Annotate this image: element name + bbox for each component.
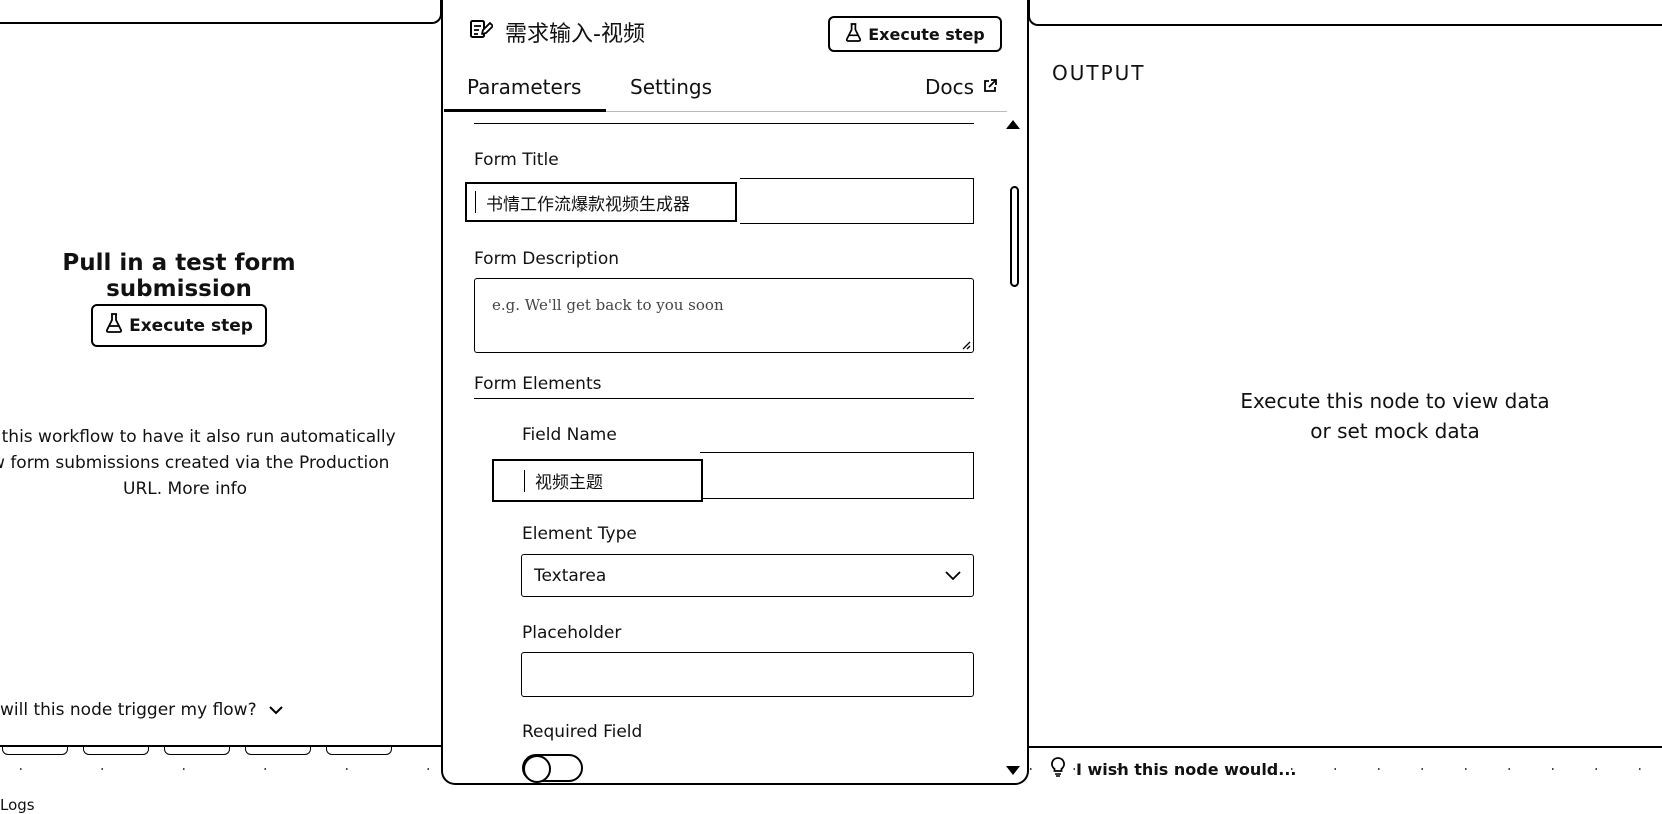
- active-tab-indicator: [444, 109, 606, 112]
- activation-info-text: ite this workflow to have it also run au…: [0, 424, 410, 502]
- info-line-2: ew form submissions created via the Prod…: [0, 453, 390, 473]
- scroll-up-arrow[interactable]: [1006, 120, 1020, 129]
- node-title-text[interactable]: 需求输入-视频: [505, 16, 645, 48]
- form-title-input[interactable]: 书情工作流爆款视频生成器: [465, 182, 737, 222]
- form-title-field-frame: [740, 178, 974, 224]
- output-empty-message: Execute this node to view data or set mo…: [1185, 386, 1605, 446]
- placeholder-input[interactable]: [521, 652, 974, 697]
- edit-form-icon: [469, 18, 494, 46]
- resize-grip-icon[interactable]: [961, 340, 971, 350]
- scroll-down-arrow[interactable]: [1006, 766, 1020, 775]
- form-description-textarea[interactable]: e.g. We'll get back to you soon: [474, 278, 974, 353]
- info-line-1: ite this workflow to have it also run au…: [0, 427, 396, 447]
- output-title: OUTPUT: [1052, 61, 1146, 85]
- flask-icon: [845, 22, 862, 46]
- output-empty-line-1: Execute this node to view data: [1240, 389, 1550, 413]
- left-execute-step-label: Execute step: [129, 315, 253, 336]
- form-title-value: 书情工作流爆款视频生成器: [486, 194, 690, 215]
- required-field-label: Required Field: [522, 722, 643, 742]
- element-type-value: Textarea: [534, 565, 607, 586]
- output-panel-bottom-border: [1028, 746, 1662, 748]
- bottom-tab-1[interactable]: [2, 746, 68, 755]
- field-name-value: 视频主题: [535, 473, 603, 493]
- element-type-select[interactable]: Textarea: [521, 554, 974, 597]
- info-line-3: URL.: [123, 479, 163, 499]
- trigger-question-toggle[interactable]: will this node trigger my flow?: [0, 700, 283, 720]
- logs-label[interactable]: Logs: [0, 796, 35, 814]
- placeholder-label: Placeholder: [522, 623, 622, 643]
- node-title: 需求输入-视频: [469, 16, 645, 48]
- form-description-label: Form Description: [474, 249, 620, 269]
- bottom-tab-2[interactable]: [83, 746, 149, 755]
- text-cursor: [524, 469, 525, 492]
- lightbulb-icon: [1050, 757, 1066, 781]
- bottom-tab-5[interactable]: [326, 746, 392, 755]
- form-title-label: Form Title: [474, 150, 559, 170]
- output-panel-top-frame: [1028, 0, 1662, 26]
- element-type-label: Element Type: [522, 524, 637, 544]
- scrollbar-thumb[interactable]: [1010, 186, 1019, 287]
- trigger-question-label: will this node trigger my flow?: [0, 700, 257, 720]
- left-panel-top-frame: [0, 0, 442, 24]
- more-info-link[interactable]: More info: [168, 479, 247, 499]
- form-elements-divider: [474, 398, 974, 399]
- form-description-placeholder: e.g. We'll get back to you soon: [492, 296, 724, 314]
- previous-field-bottom-border: [474, 123, 974, 124]
- flask-icon: [105, 313, 123, 338]
- feedback-link[interactable]: I wish this node would...: [1050, 757, 1296, 781]
- execute-step-label: Execute step: [868, 24, 985, 44]
- field-name-input[interactable]: 视频主题: [492, 459, 703, 502]
- chevron-down-icon: [945, 566, 961, 586]
- chevron-down-icon: [268, 700, 283, 720]
- left-execute-step-button[interactable]: Execute step: [91, 304, 267, 347]
- tab-settings[interactable]: Settings: [630, 75, 712, 99]
- bottom-tab-4[interactable]: [245, 746, 311, 755]
- toggle-knob: [523, 755, 551, 783]
- field-name-label: Field Name: [522, 425, 617, 445]
- text-cursor: [475, 191, 476, 213]
- bottom-tab-3[interactable]: [164, 746, 230, 755]
- field-name-field-frame: [700, 452, 974, 499]
- execute-step-button[interactable]: Execute step: [828, 16, 1002, 52]
- left-dotted-divider: [20, 768, 440, 770]
- test-submission-title: Pull in a test form submission: [62, 250, 296, 302]
- docs-label: Docs: [925, 75, 975, 99]
- output-empty-line-2: or set mock data: [1310, 419, 1480, 443]
- feedback-label: I wish this node would...: [1076, 759, 1297, 779]
- left-panel-bottom-tabs: [0, 746, 440, 760]
- tab-parameters[interactable]: Parameters: [467, 75, 581, 99]
- form-elements-label: Form Elements: [474, 374, 602, 394]
- required-field-toggle[interactable]: [522, 754, 583, 783]
- docs-link[interactable]: Docs: [925, 75, 998, 99]
- external-link-icon: [982, 75, 998, 99]
